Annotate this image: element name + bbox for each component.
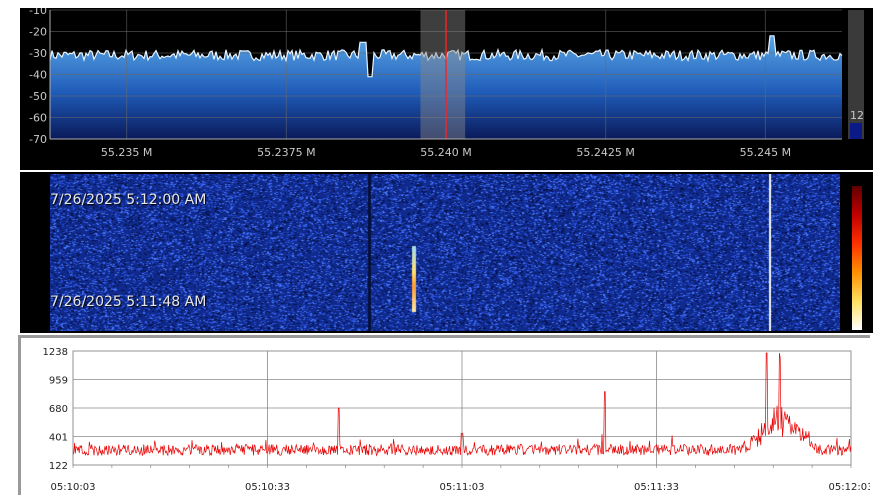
spectrum-panel[interactable]: -10 -20 -30 -40 -50 -60 -70 55.235 M 55.2375 M 55… xyxy=(20,8,873,170)
time-plot-y-tick-label: 680 xyxy=(49,404,68,415)
level-gauge-value: 12 xyxy=(850,109,864,122)
time-plot-x-tick-label: 05:10:03 xyxy=(51,482,96,493)
waterfall-panel[interactable]: 7/26/2025 5:12:00 AM 7/26/2025 5:11:48 A… xyxy=(20,172,873,333)
time-plot-x-tick-label: 05:12:03 xyxy=(829,482,870,493)
spectrum-y-tick-label: -10 xyxy=(29,8,47,17)
level-gauge-fill xyxy=(850,123,862,139)
time-plot-x-tick-label: 05:11:03 xyxy=(440,482,485,493)
waterfall-colorbar xyxy=(852,186,862,330)
spectrum-y-tick-label: -20 xyxy=(29,26,47,39)
spectrum-y-tick-label: -30 xyxy=(29,47,47,60)
spectrum-y-tick-label: -50 xyxy=(29,90,47,103)
waterfall-timestamp-bottom: 7/26/2025 5:11:48 AM xyxy=(50,294,207,310)
waterfall-timestamp-top: 7/26/2025 5:12:00 AM xyxy=(50,192,207,208)
time-plot-y-tick-label: 401 xyxy=(49,433,68,444)
spectrum-x-tick-label: 55.2375 M xyxy=(257,146,315,159)
spectrum-x-tick-label: 55.245 M xyxy=(740,146,791,159)
spectrum-chart[interactable]: -10 -20 -30 -40 -50 -60 -70 55.235 M 55.2375 M 55… xyxy=(20,8,873,170)
time-plot-y-tick-label: 959 xyxy=(49,376,68,387)
time-plot-x-tick-label: 05:11:33 xyxy=(634,482,679,493)
filter-passband xyxy=(420,10,466,139)
spectrum-x-tick-label: 55.2425 M xyxy=(576,146,634,159)
time-plot-x-tick-label: 05:10:33 xyxy=(245,482,290,493)
spectrum-x-tick-label: 55.240 M xyxy=(420,146,471,159)
time-plot-chart[interactable]: 1238 959 680 401 122 05:10:03 05:10:33 05:11:03… xyxy=(21,338,870,495)
time-plot-panel[interactable]: 1238 959 680 401 122 05:10:03 05:10:33 05:11:03… xyxy=(18,335,870,495)
spectrum-y-tick-label: -40 xyxy=(29,69,47,82)
time-plot-y-tick-label: 1238 xyxy=(43,347,68,358)
time-plot-y-tick-label: 122 xyxy=(49,461,68,472)
spectrum-y-tick-label: -60 xyxy=(29,112,47,125)
spectrum-x-tick-label: 55.235 M xyxy=(101,146,152,159)
spectrum-y-tick-label: -70 xyxy=(29,133,47,146)
